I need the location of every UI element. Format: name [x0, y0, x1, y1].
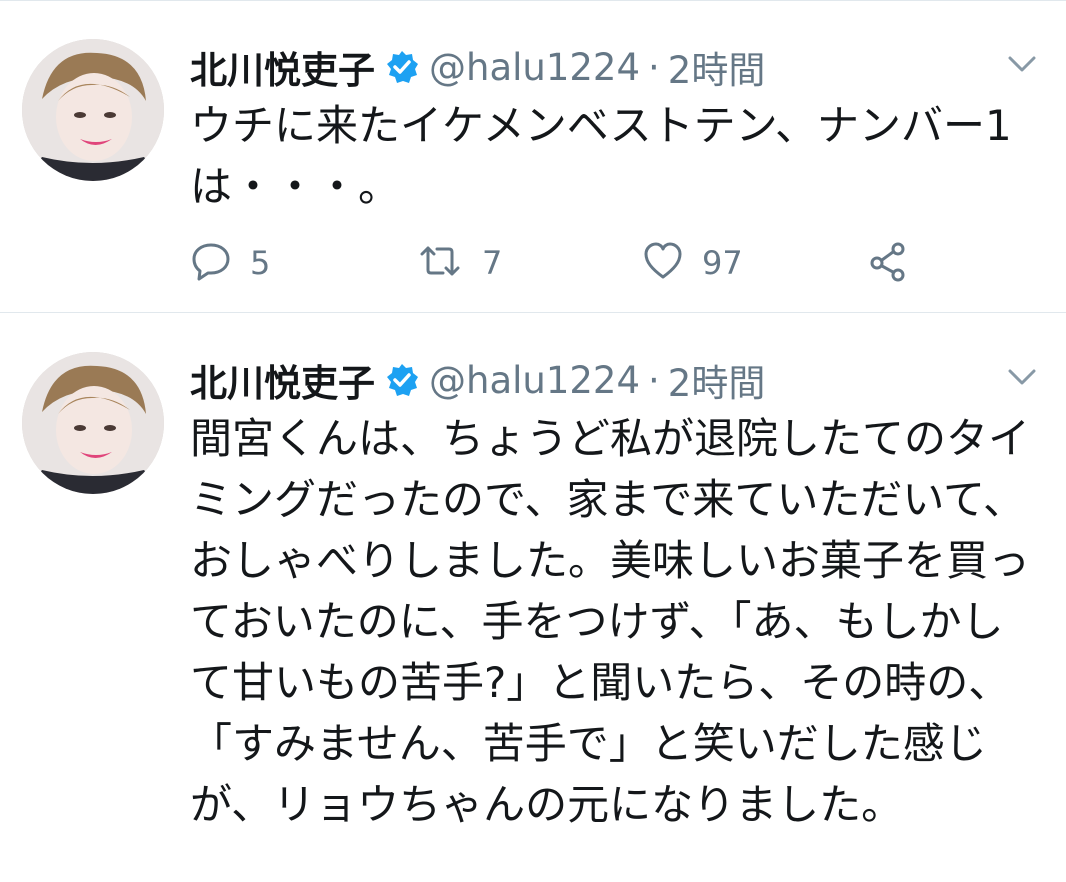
like-count: 97	[702, 244, 743, 282]
like-button[interactable]: 97	[642, 239, 743, 287]
reply-icon	[190, 240, 232, 286]
reply-button[interactable]: 5	[190, 239, 270, 287]
tweet-header: 北川悦吏子 @halu1224 · 2時間	[190, 352, 765, 408]
display-name[interactable]: 北川悦吏子	[190, 353, 375, 407]
user-handle[interactable]: @halu1224	[429, 359, 640, 402]
display-name[interactable]: 北川悦吏子	[190, 40, 375, 94]
avatar[interactable]	[22, 39, 164, 181]
like-icon	[642, 240, 684, 286]
tweet[interactable]: 北川悦吏子 @halu1224 · 2時間 間宮くんは、ちょうど私が退院したての…	[0, 314, 1066, 882]
retweet-button[interactable]: 7	[416, 239, 502, 287]
user-handle[interactable]: @halu1224	[429, 46, 640, 89]
separator-dot: ·	[648, 358, 660, 402]
action-bar: 5 7 97	[190, 239, 950, 287]
verified-badge-icon	[385, 50, 419, 84]
retweet-icon	[416, 240, 464, 286]
timestamp[interactable]: 2時間	[668, 353, 766, 407]
share-button[interactable]	[868, 239, 910, 287]
tweet-text: ウチに来たイケメンベストテン、ナンバー1は・・・。	[190, 101, 1012, 211]
timestamp[interactable]: 2時間	[668, 40, 766, 94]
separator-dot: ·	[648, 45, 660, 89]
verified-badge-icon	[385, 363, 419, 397]
retweet-count: 7	[482, 244, 503, 282]
reply-count: 5	[250, 244, 271, 282]
share-icon	[868, 240, 910, 286]
tweet-text: 間宮くんは、ちょうど私が退院したてのタイミングだったので、家まで来ていただいて、…	[190, 414, 1031, 829]
chevron-down-icon[interactable]	[1006, 364, 1038, 390]
chevron-down-icon[interactable]	[1006, 51, 1038, 77]
avatar[interactable]	[22, 352, 164, 494]
tweet-header: 北川悦吏子 @halu1224 · 2時間	[190, 39, 765, 95]
tweet[interactable]: 北川悦吏子 @halu1224 · 2時間 ウチに来たイケメンベストテン、ナンバ…	[0, 0, 1066, 313]
